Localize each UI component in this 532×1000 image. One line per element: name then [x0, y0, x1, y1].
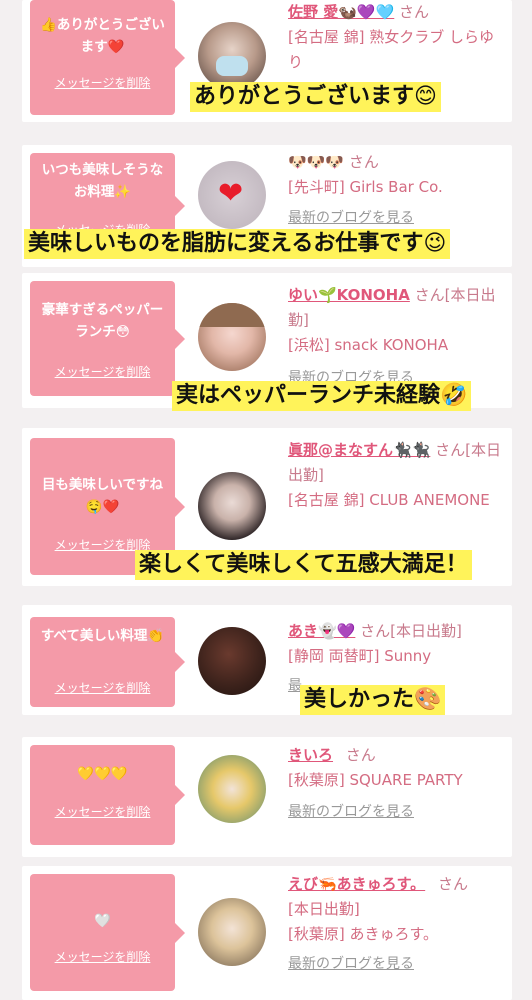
caption-overlay: 楽しくて美味しくて五感大満足！ [135, 550, 472, 580]
latest-blog-link[interactable]: 最新のブログを見る [288, 956, 414, 972]
message-text: すべて美しい料理👏 [40, 628, 165, 644]
message-bubble: 💛💛💛 メッセージを削除 [30, 745, 185, 845]
message-card: 👍ありがとうございます❤️ メッセージを削除 佐野 愛🦦💜🩵 さん [名古屋 錦… [22, 0, 512, 122]
cast-name-link[interactable]: 眞那@まなすん🐈‍⬛🐈‍⬛ [288, 441, 430, 459]
honorific: さん [348, 153, 379, 171]
avatar[interactable] [198, 22, 266, 90]
message-card: 目も美味しいですね🤤❤️ メッセージを削除 眞那@まなすん🐈‍⬛🐈‍⬛ さん[本… [22, 428, 512, 586]
cast-name-link[interactable]: 🐶🐶🐶 [288, 153, 344, 171]
message-card: 豪華すぎるペッパーランチ😳 メッセージを削除 ゆい🌱KONOHA さん[本日出勤… [22, 273, 512, 411]
latest-blog-link[interactable]: 最新のブログを見る [288, 210, 414, 226]
message-text: 👍ありがとうございます❤️ [40, 17, 165, 55]
caption-overlay: 美味しいものを脂肪に変えるお仕事です😉 [24, 229, 451, 259]
latest-blog-link[interactable]: 最新のブログを見る [288, 804, 414, 820]
delete-message-link[interactable]: メッセージを削除 [30, 363, 175, 380]
message-bubble: 👍ありがとうございます❤️ メッセージを削除 [30, 0, 185, 115]
mask-shape [216, 56, 248, 76]
shop-name[interactable]: [先斗町] Girls Bar Co. [288, 178, 443, 196]
avatar[interactable] [198, 303, 266, 371]
message-bubble: 🤍 メッセージを削除 [30, 874, 185, 991]
avatar[interactable]: ❤ [198, 161, 266, 229]
shop-name[interactable]: [浜松] snack KONOHA [288, 336, 448, 354]
message-card: 🤍 メッセージを削除 えび🦐あきゅろす。 さん [本日出勤] [秋葉原] あきゅ… [22, 866, 512, 1000]
delete-message-link[interactable]: メッセージを削除 [30, 948, 175, 965]
avatar[interactable] [198, 472, 266, 540]
delete-message-link[interactable]: メッセージを削除 [30, 803, 175, 820]
message-text: 目も美味しいですね🤤❤️ [41, 477, 164, 515]
status-text: [本日出勤] [288, 900, 360, 918]
shop-name[interactable]: [名古屋 錦] CLUB ANEMONE [288, 491, 490, 509]
caption-overlay: 美しかった🎨 [300, 685, 446, 715]
honorific: さん [437, 875, 468, 893]
cast-name-link[interactable]: 佐野 愛🦦💜🩵 [288, 3, 394, 21]
cast-name-link[interactable]: きいろ [288, 746, 333, 764]
shop-name[interactable]: [秋葉原] SQUARE PARTY [288, 771, 463, 789]
profile-info: 🐶🐶🐶 さん [先斗町] Girls Bar Co. 最新のブログを見る [288, 150, 508, 236]
profile-info: 佐野 愛🦦💜🩵 さん [名古屋 錦] 熟女クラブ しらゆり [288, 0, 508, 75]
caption-overlay: ありがとうございます😊 [190, 82, 441, 112]
delete-message-link[interactable]: メッセージを削除 [30, 74, 175, 91]
delete-message-link[interactable]: メッセージを削除 [30, 679, 175, 696]
avatar[interactable] [198, 898, 266, 966]
honorific: さん[本日出勤] [360, 622, 462, 640]
message-text: いつも美味しそうなお料理✨ [41, 162, 164, 200]
message-text: 🤍 [94, 913, 111, 929]
heart-icon: ❤ [218, 176, 244, 211]
message-text: 💛💛💛 [77, 766, 128, 782]
message-card: 💛💛💛 メッセージを削除 きいろ さん [秋葉原] SQUARE PARTY 最… [22, 737, 512, 857]
caption-overlay: 実はペッパーランチ未経験🤣 [172, 381, 472, 411]
cast-name-link[interactable]: えび🦐あきゅろす。 [288, 875, 425, 893]
shop-name[interactable]: [静岡 両替町] Sunny [288, 647, 431, 665]
cast-name-link[interactable]: ゆい🌱KONOHA [288, 286, 410, 304]
hair-shape [198, 303, 266, 327]
message-bubble: すべて美しい料理👏 メッセージを削除 [30, 617, 185, 707]
message-bubble: 豪華すぎるペッパーランチ😳 メッセージを削除 [30, 281, 185, 396]
avatar[interactable] [198, 755, 266, 823]
avatar[interactable] [198, 627, 266, 695]
profile-info: えび🦐あきゅろす。 さん [本日出勤] [秋葉原] あきゅろす。 最新のブログを… [288, 872, 508, 981]
message-text: 豪華すぎるペッパーランチ😳 [41, 302, 164, 340]
shop-name[interactable]: [秋葉原] あきゅろす。 [288, 925, 438, 943]
profile-info: きいろ さん [秋葉原] SQUARE PARTY 最新のブログを見る [288, 743, 508, 831]
profile-info: 眞那@まなすん🐈‍⬛🐈‍⬛ さん[本日出勤] [名古屋 錦] CLUB ANEM… [288, 438, 508, 513]
cast-name-link[interactable]: あき👻💜 [288, 622, 355, 640]
shop-name[interactable]: [名古屋 錦] 熟女クラブ しらゆり [288, 28, 494, 71]
honorific: さん [345, 746, 376, 764]
honorific: さん [399, 3, 430, 21]
message-card: いつも美味しそうなお料理✨ メッセージを削除 ❤ 🐶🐶🐶 さん [先斗町] Gi… [22, 145, 512, 267]
message-card: すべて美しい料理👏 メッセージを削除 あき👻💜 さん[本日出勤] [静岡 両替町… [22, 605, 512, 715]
